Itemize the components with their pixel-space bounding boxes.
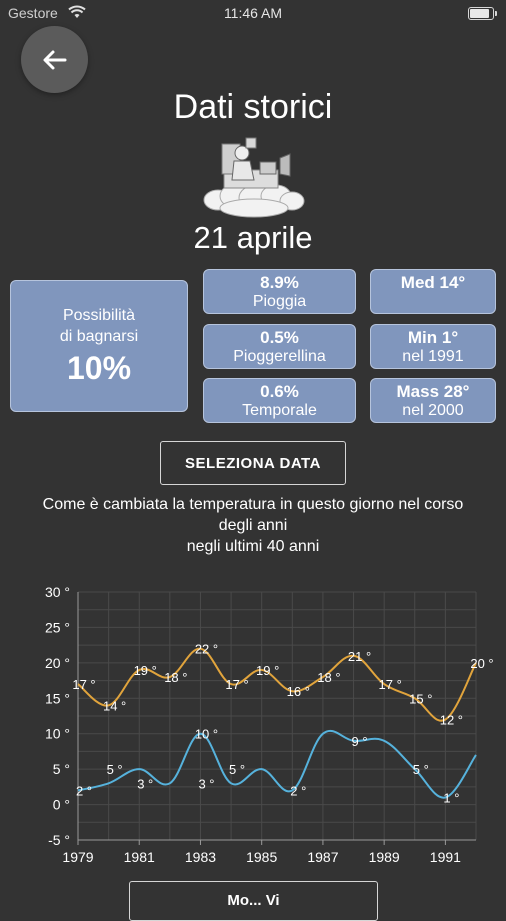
y-tick-label: 0 ° xyxy=(53,797,70,813)
data-label: 9 ° xyxy=(352,734,368,749)
chart-caption: Come è cambiata la temperatura in questo… xyxy=(0,494,506,557)
data-label: 3 ° xyxy=(137,776,153,791)
temperature-history-chart: 30 ° 25 ° 20 ° 15 ° 10 ° 5 ° 0 ° -5 °1979 1981 19… xyxy=(45,584,494,865)
data-label: 16 ° xyxy=(287,684,310,699)
x-tick-label: 1979 xyxy=(62,849,93,865)
bathing-chance-card: Possibilità di bagnarsi 10% xyxy=(10,280,188,412)
drizzle-value: 0.5% xyxy=(260,328,299,347)
thunderstorm-value: 0.6% xyxy=(260,382,299,401)
caption-line3: negli ultimi 40 anni xyxy=(186,538,320,555)
data-label: 19 ° xyxy=(256,663,279,678)
back-button[interactable] xyxy=(21,26,88,93)
data-label: 12 ° xyxy=(440,713,463,728)
data-label: 5 ° xyxy=(107,762,123,777)
battery-icon xyxy=(468,7,497,20)
drizzle-card: 0.5% Pioggerellina xyxy=(203,324,356,369)
drizzle-label: Pioggerellina xyxy=(233,348,326,365)
min-temp-value: Min 1° xyxy=(407,328,459,347)
rain-value: 8.9% xyxy=(260,273,299,292)
y-tick-label: 15 ° xyxy=(45,690,70,706)
battery-fill xyxy=(470,9,489,18)
x-tick-label: 1987 xyxy=(307,849,338,865)
data-label: 17 ° xyxy=(225,677,248,692)
y-tick-label: 25 ° xyxy=(45,619,70,635)
thunderstorm-label: Temporale xyxy=(242,402,317,419)
series-line-max xyxy=(77,647,477,722)
x-tick-label: 1983 xyxy=(185,849,216,865)
data-label: 2 ° xyxy=(290,783,306,798)
rain-label: Pioggia xyxy=(252,293,307,310)
y-tick-label: -5 ° xyxy=(48,832,70,848)
thunderstorm-card: 0.6% Temporale xyxy=(203,378,356,423)
max-temp-card: Mass 28° nel 2000 xyxy=(370,378,496,423)
page-title: Dati storici xyxy=(173,88,333,126)
data-label: 18 ° xyxy=(317,670,340,685)
min-temp-year: nel 1991 xyxy=(402,348,464,365)
max-temp-year: nel 2000 xyxy=(402,402,464,419)
y-tick-label: 10 ° xyxy=(45,726,70,742)
avg-temp-card: Med 14° xyxy=(370,269,496,314)
bathing-value: 10% xyxy=(66,350,132,386)
data-label: 21 ° xyxy=(348,649,371,664)
x-tick-label: 1989 xyxy=(369,849,400,865)
max-temp-value: Mass 28° xyxy=(396,382,470,401)
caption-line2: degli anni xyxy=(218,517,288,534)
data-label: 3 ° xyxy=(198,776,214,791)
data-label: 22 ° xyxy=(195,642,218,657)
data-label: 1 ° xyxy=(443,790,459,805)
y-tick-label: 20 ° xyxy=(45,655,70,671)
data-label: 20 ° xyxy=(470,656,493,671)
avg-temp-value: Med 14° xyxy=(400,273,466,292)
caption-line1: Come è cambiata la temperatura in questo… xyxy=(42,496,464,513)
data-label: 14 ° xyxy=(103,698,126,713)
data-label: 17 ° xyxy=(72,677,95,692)
data-label: 19 ° xyxy=(134,663,157,678)
x-tick-label: 1991 xyxy=(430,849,461,865)
data-label: 5 ° xyxy=(413,762,429,777)
y-tick-label: 30 ° xyxy=(45,584,70,600)
x-tick-label: 1981 xyxy=(124,849,155,865)
more-button[interactable]: Mo... Vi xyxy=(129,881,378,921)
data-label: 18 ° xyxy=(164,670,187,685)
bathing-label-line2: di bagnarsi xyxy=(59,328,139,345)
data-label: 10 ° xyxy=(195,727,218,742)
x-tick-label: 1985 xyxy=(246,849,277,865)
y-tick-label: 5 ° xyxy=(53,761,70,777)
selected-date: 21 aprile xyxy=(193,220,313,255)
select-date-button[interactable]: SELEZIONA DATA xyxy=(160,441,346,485)
data-label: 17 ° xyxy=(379,677,402,692)
status-time: 11:46 AM xyxy=(223,5,283,21)
data-label: 2 ° xyxy=(76,783,92,798)
bathing-label-line1: Possibilità xyxy=(62,307,136,324)
arrow-left-icon xyxy=(43,50,66,69)
data-label: 5 ° xyxy=(229,762,245,777)
rain-card: 8.9% Pioggia xyxy=(203,269,356,314)
status-bar: Gestore 11:46 AM xyxy=(0,0,506,28)
data-label: 15 ° xyxy=(409,691,432,706)
weatherman-illustration xyxy=(203,137,305,218)
min-temp-card: Min 1° nel 1991 xyxy=(370,324,496,369)
